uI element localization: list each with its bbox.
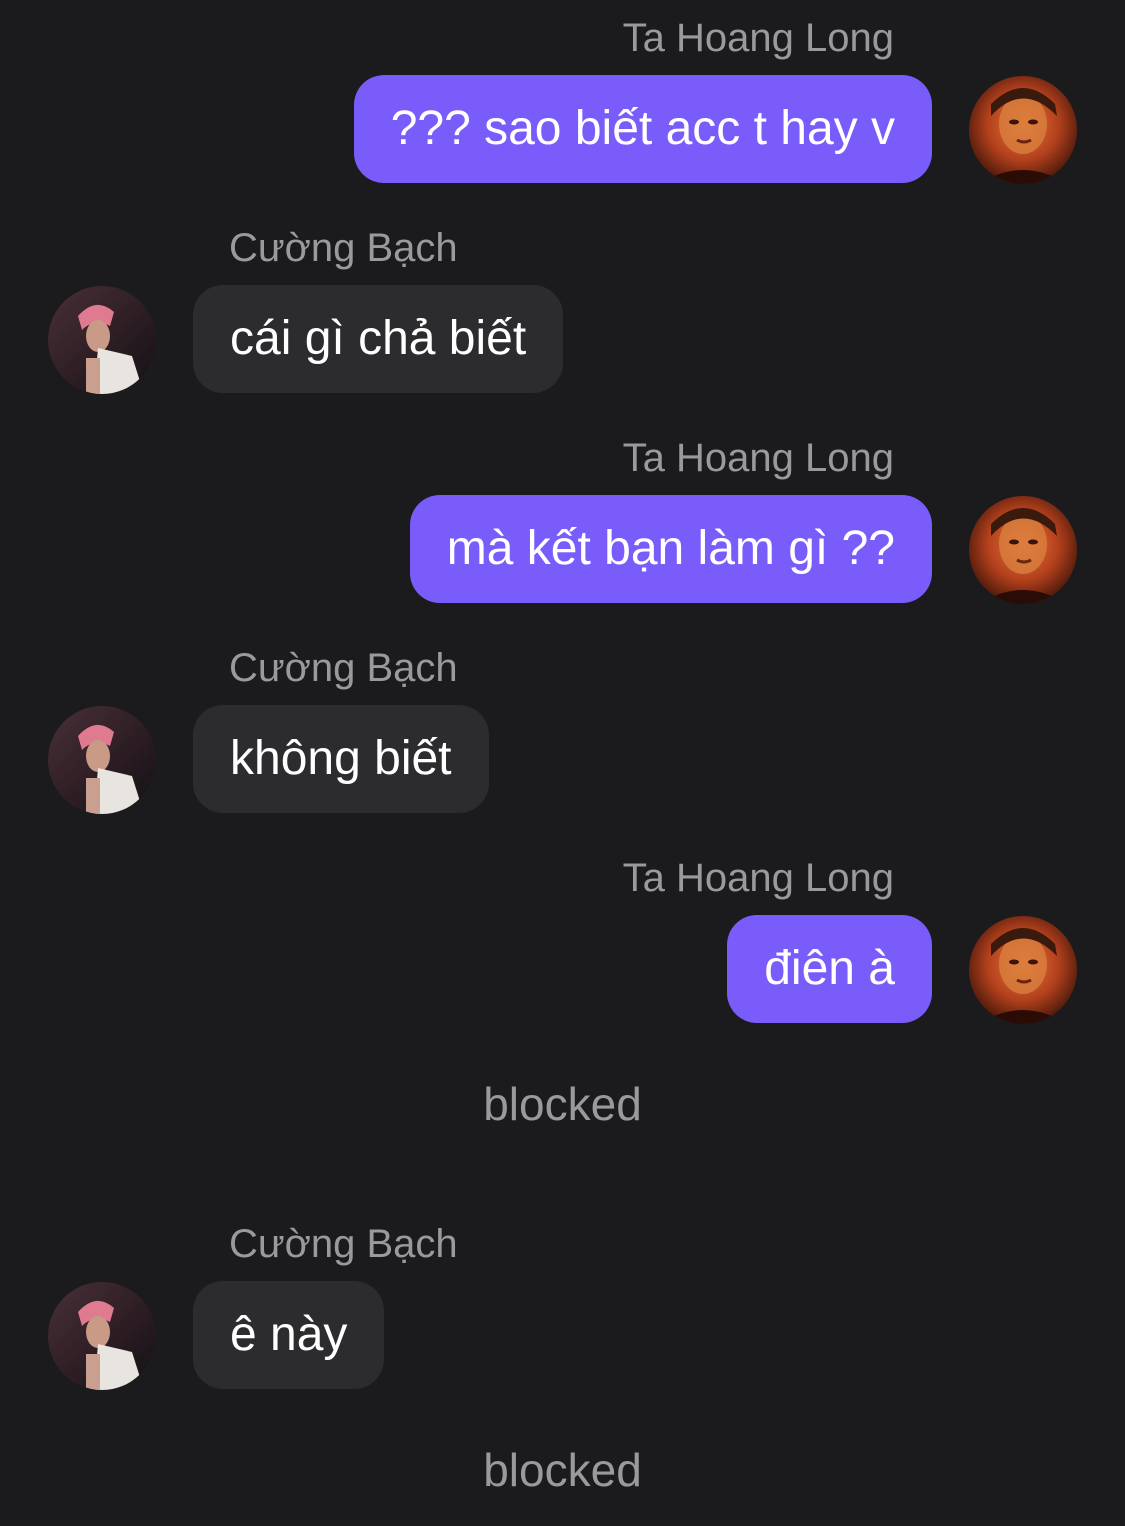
- sender-name: Ta Hoang Long: [622, 16, 894, 60]
- contact-avatar-icon[interactable]: [48, 1282, 156, 1390]
- user-avatar-icon[interactable]: [969, 916, 1077, 1024]
- user-avatar-icon[interactable]: [969, 76, 1077, 184]
- message-bubble-incoming[interactable]: không biết: [193, 705, 489, 813]
- message-bubble-outgoing[interactable]: mà kết bạn làm gì ??: [409, 495, 932, 603]
- message-bubble-outgoing[interactable]: điên à: [727, 915, 932, 1023]
- message-bubble-incoming[interactable]: ê này: [193, 1281, 385, 1389]
- contact-avatar-icon[interactable]: [48, 286, 156, 394]
- contact-avatar-icon[interactable]: [48, 706, 156, 814]
- sender-name: Ta Hoang Long: [622, 856, 894, 900]
- system-message-blocked: blocked: [483, 1078, 642, 1130]
- user-avatar-icon[interactable]: [969, 496, 1077, 604]
- sender-name: Ta Hoang Long: [622, 436, 894, 480]
- message-bubble-incoming[interactable]: cái gì chả biết: [193, 285, 564, 393]
- chat-thread: Ta Hoang Long ??? sao biết acc t hay v C…: [0, 0, 1125, 1526]
- sender-name: Cường Bạch: [229, 1222, 458, 1266]
- message-bubble-outgoing[interactable]: ??? sao biết acc t hay v: [353, 75, 932, 183]
- system-message-blocked: blocked: [483, 1444, 642, 1496]
- sender-name: Cường Bạch: [229, 226, 458, 270]
- sender-name: Cường Bạch: [229, 646, 458, 690]
